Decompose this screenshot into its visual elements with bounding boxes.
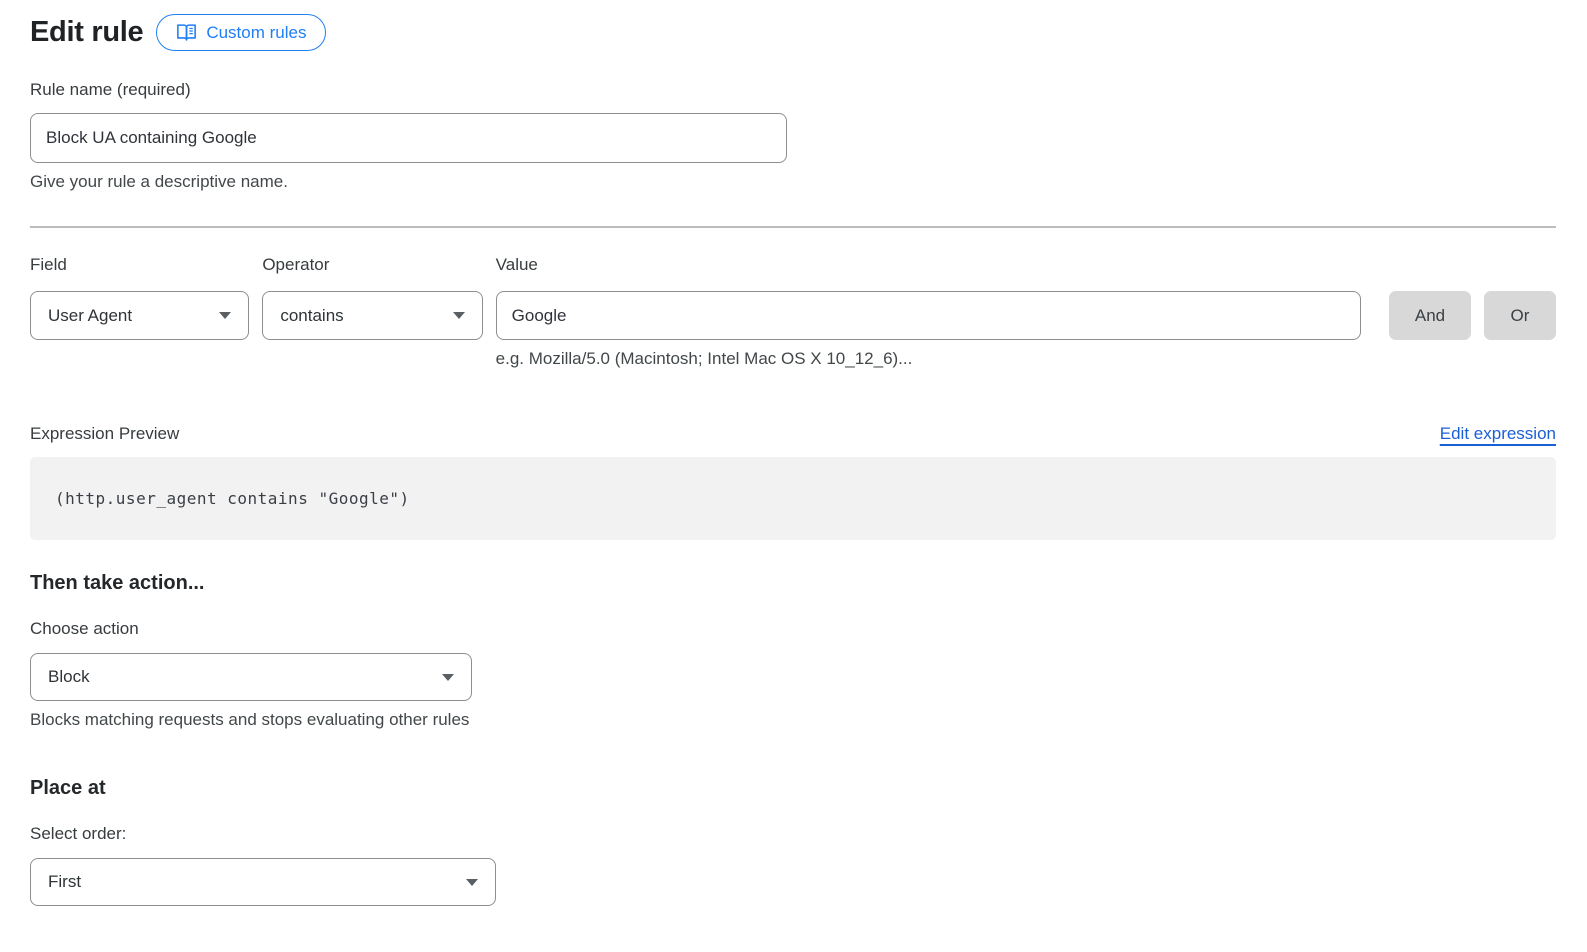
- placement-heading: Place at: [30, 777, 1556, 800]
- operator-select-value: contains: [280, 306, 343, 326]
- action-label: Choose action: [30, 619, 1556, 639]
- expression-preview-label: Expression Preview: [30, 424, 179, 444]
- open-book-icon: [176, 23, 197, 42]
- operator-select[interactable]: contains: [262, 291, 482, 340]
- action-section: Then take action... Choose action Block …: [30, 572, 1556, 730]
- chevron-down-icon: [219, 312, 231, 319]
- expression-text: (http.user_agent contains "Google"): [55, 489, 410, 508]
- operator-column: Operator contains: [262, 255, 482, 340]
- and-button[interactable]: And: [1389, 291, 1471, 340]
- andor-buttons: And Or: [1389, 291, 1556, 340]
- edit-rule-page: Edit rule Custom rules Rule name (requir…: [0, 0, 1587, 906]
- value-column: Value e.g. Mozilla/5.0 (Macintosh; Intel…: [496, 255, 1361, 369]
- value-label: Value: [496, 255, 1361, 275]
- expression-builder: Field User Agent Operator contains Value…: [30, 255, 1556, 369]
- action-heading: Then take action...: [30, 572, 1556, 595]
- section-divider: [30, 226, 1556, 228]
- custom-rules-badge[interactable]: Custom rules: [156, 14, 326, 51]
- order-select[interactable]: First: [30, 858, 496, 906]
- action-select[interactable]: Block: [30, 653, 472, 701]
- rule-name-label: Rule name (required): [30, 80, 1556, 100]
- page-header: Edit rule Custom rules: [30, 14, 1556, 51]
- order-select-value: First: [48, 872, 81, 892]
- custom-rules-badge-label: Custom rules: [206, 23, 306, 43]
- chevron-down-icon: [442, 674, 454, 681]
- field-column: Field User Agent: [30, 255, 249, 340]
- rule-name-input[interactable]: [30, 113, 787, 163]
- rule-name-section: Rule name (required) Give your rule a de…: [30, 80, 1556, 192]
- or-button[interactable]: Or: [1484, 291, 1556, 340]
- action-helper: Blocks matching requests and stops evalu…: [30, 710, 1556, 730]
- value-input[interactable]: [496, 291, 1361, 340]
- rule-name-helper: Give your rule a descriptive name.: [30, 172, 1556, 192]
- expression-preview-header: Expression Preview Edit expression: [30, 424, 1556, 444]
- edit-expression-link[interactable]: Edit expression: [1440, 424, 1556, 444]
- chevron-down-icon: [466, 879, 478, 886]
- placement-section: Place at Select order: First: [30, 777, 1556, 906]
- value-helper: e.g. Mozilla/5.0 (Macintosh; Intel Mac O…: [496, 349, 1361, 369]
- placement-label: Select order:: [30, 824, 1556, 844]
- field-label: Field: [30, 255, 249, 275]
- expression-preview-code: (http.user_agent contains "Google"): [30, 457, 1556, 540]
- field-select[interactable]: User Agent: [30, 291, 249, 340]
- operator-label: Operator: [262, 255, 482, 275]
- chevron-down-icon: [453, 312, 465, 319]
- page-title: Edit rule: [30, 16, 143, 49]
- action-select-value: Block: [48, 667, 90, 687]
- field-select-value: User Agent: [48, 306, 132, 326]
